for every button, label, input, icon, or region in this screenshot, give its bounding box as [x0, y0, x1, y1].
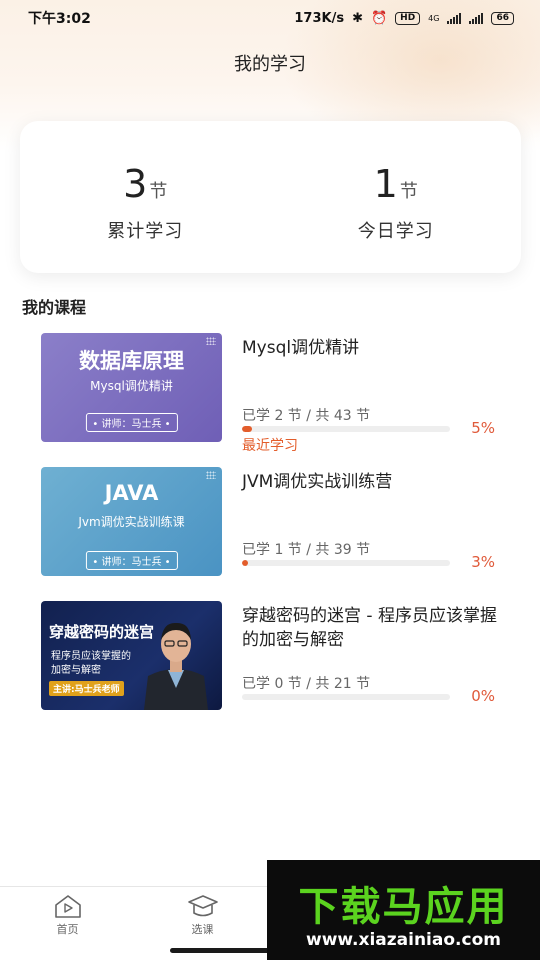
home-icon	[54, 895, 81, 918]
thumb-subtitle-line1: 程序员应该掌握的	[51, 651, 131, 662]
watermark-url: www.xiazainiao.com	[306, 930, 501, 950]
graduation-cap-icon	[187, 895, 218, 917]
course-percent: 0%	[471, 687, 495, 705]
thumb-subtitle: Mysql调优精讲	[90, 379, 173, 393]
bluetooth-icon: ✱	[352, 10, 363, 26]
course-item-jvm[interactable]: JAVA Jvm调优实战训练课 • 讲师：马士兵 • JVM调优实战训练营 已学…	[41, 467, 511, 577]
watermark-title: 下载马应用	[298, 884, 509, 930]
course-title[interactable]: Mysql调优精讲	[242, 336, 512, 360]
recent-study-label: 最近学习	[242, 438, 298, 454]
stats-card: 3 节 累计学习 1 节 今日学习	[20, 121, 521, 273]
signal-icon	[447, 12, 462, 24]
status-time: 下午3:02	[28, 11, 91, 27]
thumb-main-title: 数据库原理	[79, 349, 184, 373]
section-title-my-courses: 我的课程	[22, 298, 87, 317]
watermark-banner: 下载马应用 www.xiazainiao.com	[267, 860, 540, 960]
stat-today-label: 今日学习	[357, 221, 434, 242]
stat-total-label: 累计学习	[107, 221, 184, 242]
course-title[interactable]: JVM调优实战训练营	[242, 470, 512, 494]
network-type: 4G	[428, 13, 440, 23]
tab-home-label: 首页	[56, 923, 79, 936]
thumb-main-title: JAVA	[104, 481, 159, 505]
hd-icon: HD	[395, 11, 421, 25]
thumb-teacher-tag: 主讲:马士兵老师	[49, 681, 124, 696]
tab-courses-label: 选课	[191, 923, 214, 936]
course-item-crypto[interactable]: 穿越密码的迷宫 程序员应该掌握的 加密与解密 主讲:马士兵老师 穿越密码的迷宫 …	[41, 601, 511, 711]
alarm-icon: ⏰	[370, 10, 388, 26]
stat-today-value: 1	[373, 162, 398, 206]
tab-home[interactable]: 首页	[0, 887, 135, 960]
progress-bar	[242, 694, 450, 700]
course-thumbnail[interactable]: 穿越密码的迷宫 程序员应该掌握的 加密与解密 主讲:马士兵老师	[41, 601, 222, 710]
thumb-subtitle-line2: 加密与解密	[51, 665, 101, 676]
stat-total: 3 节 累计学习	[20, 121, 271, 273]
battery-icon: 66	[491, 11, 514, 25]
instructor-photo	[144, 622, 208, 710]
signal-icon-2	[469, 12, 484, 24]
thumb-subtitle: Jvm调优实战训练课	[78, 515, 185, 529]
course-percent: 3%	[471, 553, 495, 571]
thumb-teacher-tag: • 讲师：马士兵 •	[85, 551, 178, 570]
network-speed: 173K/s	[294, 10, 345, 26]
course-title[interactable]: 穿越密码的迷宫 - 程序员应该掌握的加密与解密	[242, 604, 512, 652]
status-icons: 173K/s ✱ ⏰ HD 4G 66	[294, 11, 514, 26]
status-bar: 下午3:02 173K/s ✱ ⏰ HD 4G 66	[0, 0, 540, 36]
stat-today-unit: 节	[399, 181, 418, 202]
course-progress-text: 已学 2 节 / 共 43 节	[242, 408, 371, 424]
page-title: 我的学习	[234, 54, 306, 75]
progress-bar	[242, 426, 450, 432]
course-thumbnail[interactable]: JAVA Jvm调优实战训练课 • 讲师：马士兵 •	[41, 467, 222, 576]
stat-today: 1 节 今日学习	[271, 121, 522, 273]
dots-decoration	[206, 471, 216, 479]
dots-decoration	[206, 337, 216, 345]
course-percent: 5%	[471, 419, 495, 437]
progress-bar-fill	[242, 426, 253, 432]
stat-total-value: 3	[123, 162, 148, 206]
course-thumbnail[interactable]: 数据库原理 Mysql调优精讲 • 讲师：马士兵 •	[41, 333, 222, 442]
thumb-teacher-tag: • 讲师：马士兵 •	[85, 413, 178, 432]
progress-bar-fill	[242, 560, 249, 566]
progress-bar	[242, 560, 450, 566]
course-progress-text: 已学 1 节 / 共 39 节	[242, 542, 371, 558]
course-progress-text: 已学 0 节 / 共 21 节	[242, 676, 371, 692]
course-item-mysql[interactable]: 数据库原理 Mysql调优精讲 • 讲师：马士兵 • Mysql调优精讲 已学 …	[41, 333, 512, 454]
stat-total-unit: 节	[149, 181, 168, 202]
